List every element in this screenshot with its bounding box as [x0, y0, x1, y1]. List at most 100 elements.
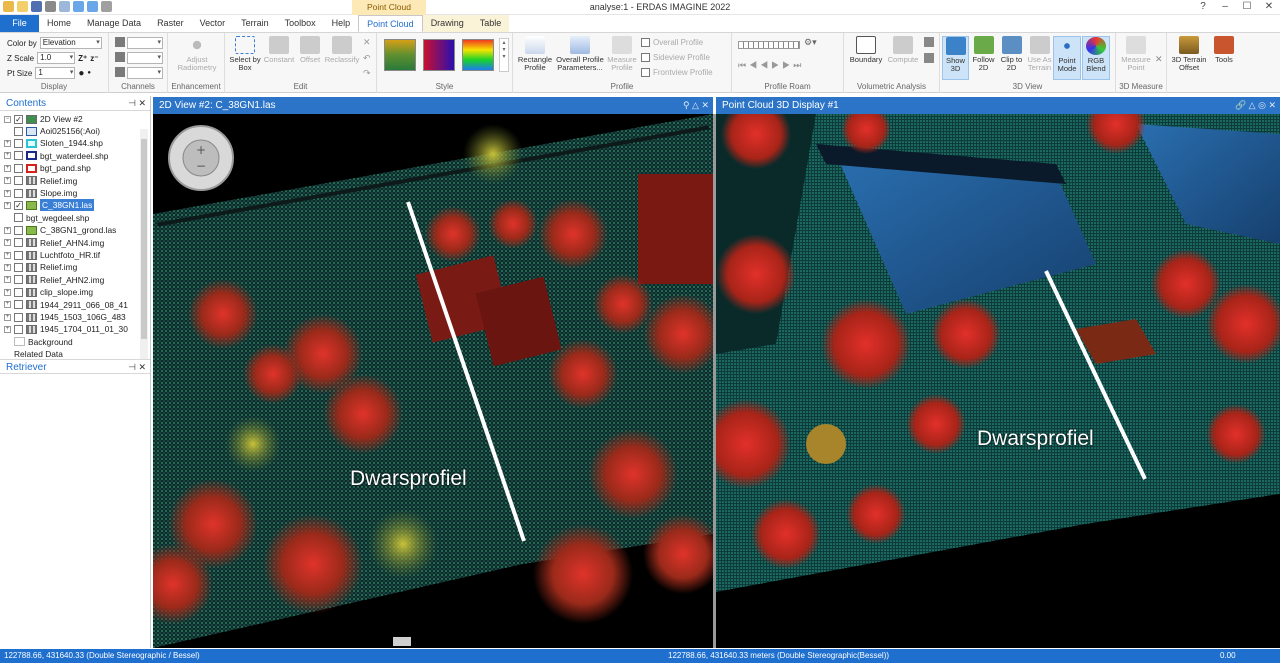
roam-speed-icon[interactable]: ⚙▾: [804, 37, 817, 48]
point-cloud-2d[interactable]: + −: [153, 114, 713, 648]
frontview-profile-checkbox[interactable]: [641, 68, 650, 77]
layer-checkbox[interactable]: [14, 213, 23, 223]
minimize-button[interactable]: –: [1214, 0, 1236, 14]
redo-edit-icon[interactable]: ↷: [363, 68, 371, 79]
tab-vector[interactable]: Vector: [192, 15, 234, 32]
roam-slider[interactable]: [738, 41, 800, 49]
z-up-icon[interactable]: Z⁺: [78, 54, 87, 63]
expand-icon[interactable]: +: [4, 263, 11, 271]
view-2d-controls[interactable]: ⚲ △ ✕: [683, 97, 709, 114]
maximize-button[interactable]: ☐: [1236, 0, 1258, 14]
root-checkbox[interactable]: ✓: [14, 114, 23, 124]
layer-item[interactable]: + C_38GN1_grond.las: [4, 224, 116, 236]
use-as-terrain-button[interactable]: Use As Terrain: [1026, 36, 1053, 72]
layer-checkbox[interactable]: [14, 262, 23, 272]
expand-icon[interactable]: +: [4, 325, 11, 333]
layer-item[interactable]: +1945_1503_106G_483: [4, 311, 126, 323]
pin-close-icon[interactable]: ⊣ ✕: [128, 96, 146, 111]
layer-checkbox[interactable]: ✓: [14, 200, 23, 210]
tab-table[interactable]: Table: [471, 15, 510, 32]
style-swatch-rainbow[interactable]: [462, 39, 494, 71]
tab-home[interactable]: Home: [39, 15, 79, 32]
folder-icon[interactable]: [3, 1, 14, 12]
rectangle-profile-button[interactable]: Rectangle Profile: [516, 36, 554, 72]
layer-item[interactable]: +1945_1704_011_01_30: [4, 323, 128, 335]
tab-raster[interactable]: Raster: [149, 15, 192, 32]
constant-button[interactable]: Constant: [262, 36, 296, 64]
compute-button[interactable]: Compute: [885, 36, 921, 64]
measure-profile-button[interactable]: Measure Profile: [606, 36, 638, 72]
tools-button[interactable]: Tools: [1211, 36, 1237, 64]
layer-item[interactable]: + clip_slope.img: [4, 286, 93, 298]
layer-checkbox[interactable]: [14, 188, 23, 198]
layer-item[interactable]: + Relief.img: [4, 261, 77, 273]
layer-checkbox[interactable]: [14, 312, 23, 322]
layer-checkbox[interactable]: [14, 151, 23, 161]
offset-button[interactable]: Offset: [296, 36, 324, 64]
open-icon[interactable]: [17, 1, 28, 12]
zoom-in-icon[interactable]: [73, 1, 84, 12]
layer-item[interactable]: + Relief.img: [4, 175, 77, 187]
overall-profile-parameters-button[interactable]: Overall Profile Parameters...: [554, 36, 606, 72]
zoom-out-icon[interactable]: [87, 1, 98, 12]
measure-point-button[interactable]: Measure Point: [1119, 36, 1153, 72]
expand-icon[interactable]: +: [4, 251, 11, 259]
z-down-icon[interactable]: z⁻: [90, 54, 98, 63]
tab-point-cloud[interactable]: Point Cloud: [358, 15, 423, 32]
help-button[interactable]: ?: [1192, 0, 1214, 14]
layer-item[interactable]: + Luchtfoto_HR.tif: [4, 249, 100, 261]
layer-item[interactable]: + Relief_AHN4.img: [4, 237, 104, 249]
clip-to-2d-button[interactable]: Clip to 2D: [998, 36, 1025, 72]
layer-checkbox[interactable]: [14, 238, 23, 248]
overall-profile-checkbox[interactable]: [641, 38, 650, 47]
undo-icon[interactable]: [45, 1, 56, 12]
volume-save-icon[interactable]: [924, 53, 934, 63]
color-by-select[interactable]: Elevation: [39, 37, 102, 49]
view-3d-header[interactable]: Point Cloud 3D Display #1 🔗 △ ◎ ✕: [716, 97, 1280, 114]
expand-icon[interactable]: +: [4, 276, 11, 284]
layer-checkbox[interactable]: [14, 287, 23, 297]
layer-checkbox[interactable]: [14, 300, 23, 310]
expand-icon[interactable]: +: [4, 189, 11, 197]
expand-icon[interactable]: +: [4, 139, 11, 147]
layer-item[interactable]: + Relief_AHN2.img: [4, 274, 104, 286]
blue-channel-select[interactable]: [127, 67, 163, 79]
view-3d-controls[interactable]: 🔗 △ ◎ ✕: [1235, 97, 1276, 114]
style-swatch-terrain[interactable]: [384, 39, 416, 71]
layer-checkbox[interactable]: [14, 126, 23, 136]
layer-item[interactable]: +bgt_wegdeel.shp: [4, 212, 89, 224]
select-icon[interactable]: [59, 1, 70, 12]
style-swatch-redblue[interactable]: [423, 39, 455, 71]
tab-manage-data[interactable]: Manage Data: [79, 15, 149, 32]
volume-option-icon[interactable]: [924, 37, 934, 47]
related-data-item[interactable]: Related Data: [14, 348, 63, 359]
contents-scrollbar[interactable]: [140, 129, 148, 359]
layer-checkbox[interactable]: [14, 138, 23, 148]
follow-2d-button[interactable]: Follow 2D: [970, 36, 997, 72]
navigation-wheel[interactable]: + −: [168, 125, 234, 191]
layer-checkbox[interactable]: [14, 250, 23, 260]
expand-icon[interactable]: +: [4, 164, 11, 172]
expand-icon[interactable]: +: [4, 239, 11, 247]
select-by-box-button[interactable]: Select by Box: [228, 36, 262, 72]
layer-checkbox[interactable]: [14, 225, 23, 235]
reclassify-button[interactable]: Reclassify: [324, 36, 360, 64]
point-mode-button[interactable]: Point Mode: [1053, 36, 1081, 80]
delete-icon[interactable]: ✕: [363, 37, 371, 48]
point-small-icon[interactable]: ●: [87, 70, 91, 76]
layer-checkbox[interactable]: [14, 324, 23, 334]
retriever-pin-close-icon[interactable]: ⊣ ✕: [128, 360, 146, 375]
green-channel-select[interactable]: [127, 52, 163, 64]
style-gallery-scroll[interactable]: ▴ ▾ ▾: [499, 38, 509, 72]
pan-icon[interactable]: [101, 1, 112, 12]
expand-icon[interactable]: +: [4, 201, 11, 209]
expand-icon[interactable]: +: [4, 313, 11, 321]
tab-terrain[interactable]: Terrain: [233, 15, 277, 32]
view-3d-canvas[interactable]: Dwarsprofiel: [716, 114, 1280, 648]
expand-icon[interactable]: +: [4, 226, 11, 234]
red-channel-select[interactable]: [127, 37, 163, 49]
tab-help[interactable]: Help: [324, 15, 359, 32]
layer-item[interactable]: +1944_2911_066_08_41: [4, 299, 128, 311]
zscale-select[interactable]: 1.0: [37, 52, 76, 64]
point-large-icon[interactable]: ●: [78, 68, 84, 79]
